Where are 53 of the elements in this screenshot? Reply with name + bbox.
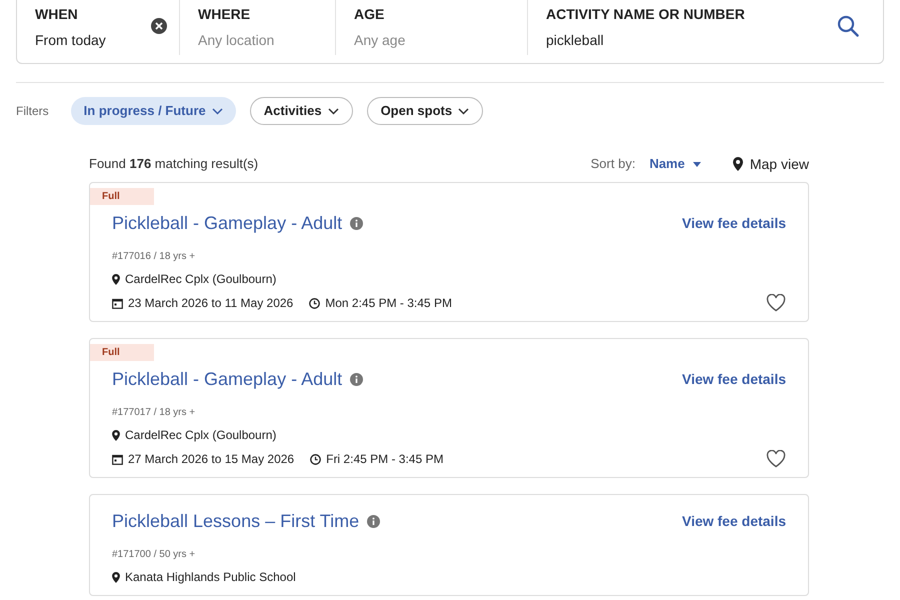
field-label: WHERE [198, 5, 252, 24]
search-icon[interactable] [837, 15, 859, 37]
filter-chip[interactable]: In progress / Future [70, 97, 236, 125]
filters-label: Filters [16, 103, 49, 120]
map-pin-icon [112, 430, 120, 440]
filter-chip[interactable]: Activities [250, 97, 353, 125]
clock-icon [310, 454, 322, 464]
activity-title-link[interactable]: Pickleball - Gameplay - Adult [112, 366, 342, 393]
field-label: AGE [354, 5, 386, 24]
field-label: ACTIVITY NAME OR NUMBER [546, 5, 746, 24]
status-badge: Full [90, 344, 154, 361]
status-badge: Full [90, 188, 154, 205]
field-label: WHEN [35, 5, 79, 24]
chevron-down-icon [212, 108, 223, 114]
date-range-text: 23 March 2026 to 11 May 2026 [128, 295, 294, 312]
calendar-icon [112, 298, 123, 308]
time-text: Fri 2:45 PM - 3:45 PM [326, 451, 444, 468]
info-icon[interactable] [367, 515, 380, 528]
clock-icon [309, 298, 320, 308]
sort-dropdown[interactable]: Name [649, 154, 701, 174]
activity-meta: #177017 / 18 yrs + [112, 406, 196, 420]
activity-meta: #177016 / 18 yrs + [112, 250, 196, 264]
map-pin-icon [732, 157, 743, 171]
map-pin-icon [112, 274, 120, 284]
activity-meta: #171700 / 50 yrs + [112, 548, 196, 562]
results-count: Found 176 matching result(s) [89, 155, 258, 174]
info-icon[interactable] [350, 373, 364, 386]
map-view-link[interactable]: Map view [732, 154, 809, 174]
fee-details-link[interactable]: View fee details [682, 213, 786, 234]
time-text: Mon 2:45 PM - 3:45 PM [325, 295, 452, 312]
input-field[interactable]: Any age [354, 30, 515, 50]
location-text: Kanata Highlands Public School [125, 569, 296, 586]
fee-details-link[interactable]: View fee details [682, 369, 786, 390]
chevron-down-icon [458, 108, 470, 114]
activity-title-link[interactable]: Pickleball Lessons – First Time [112, 508, 360, 535]
caret-icon [692, 162, 701, 166]
heart-icon[interactable] [766, 294, 786, 312]
input-field[interactable]: pickleball [546, 30, 825, 50]
heart-icon[interactable] [766, 450, 786, 468]
fee-details-link[interactable]: View fee details [682, 511, 786, 532]
date-range-text: 27 March 2026 to 15 May 2026 [128, 451, 294, 468]
input-field[interactable]: From today [35, 30, 151, 50]
map-pin-icon [112, 572, 120, 582]
input-field[interactable]: Any location [198, 30, 323, 50]
location-text: CardelRec Cplx (Goulbourn) [125, 271, 276, 288]
activity-title-link[interactable]: Pickleball - Gameplay - Adult [112, 210, 342, 237]
calendar-icon [112, 454, 123, 464]
sort-label: Sort by: [590, 155, 636, 174]
filter-chip[interactable]: Open spots [366, 97, 484, 125]
clear-icon[interactable] [151, 18, 167, 34]
chevron-down-icon [328, 108, 339, 114]
info-icon[interactable] [350, 217, 364, 230]
location-text: CardelRec Cplx (Goulbourn) [125, 427, 276, 444]
